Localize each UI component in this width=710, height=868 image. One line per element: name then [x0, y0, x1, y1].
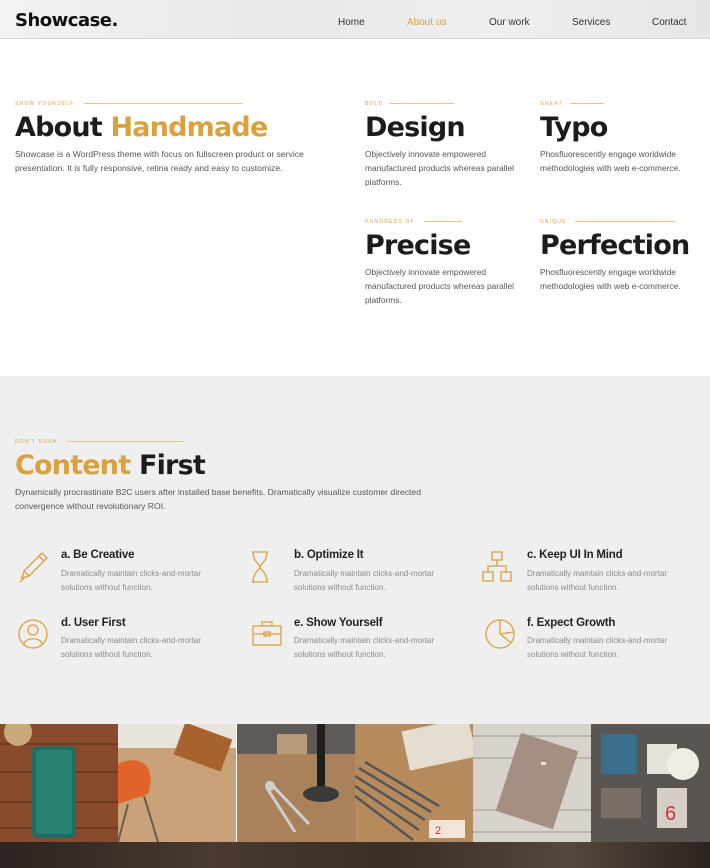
typo-eyebrow-line — [570, 103, 604, 104]
typo-title: Typo — [540, 112, 608, 143]
feature-title: b. Optimize It — [294, 549, 364, 561]
gallery-image-desk[interactable] — [118, 724, 236, 842]
content-title: Content First — [15, 450, 206, 481]
content-eyebrow-line — [67, 441, 183, 442]
svg-text:2: 2 — [435, 825, 441, 837]
hourglass-icon — [252, 551, 268, 583]
briefcase-icon — [252, 621, 282, 646]
user-icon — [18, 619, 48, 649]
svg-text:6: 6 — [665, 803, 676, 825]
footer-image-band — [0, 842, 710, 868]
feature-title: c. Keep UI In Mind — [527, 549, 623, 561]
precise-eyebrow-line — [424, 221, 462, 222]
content-title-accent: Content — [15, 450, 131, 481]
feature-title: e. Show Yourself — [294, 617, 383, 629]
gallery-image-notebook[interactable] — [473, 724, 591, 842]
content-title-main: First — [138, 450, 206, 481]
nav-our-work[interactable]: Our work — [489, 17, 530, 28]
content-eyebrow: Don't rush — [15, 439, 58, 445]
feature-title: d. User First — [61, 617, 126, 629]
sitemap-icon — [482, 551, 512, 582]
design-eyebrow-line — [390, 103, 454, 104]
gallery-image-letters[interactable]: 6 — [591, 724, 710, 842]
site-header: Showcase. Home About us Our work Service… — [0, 0, 710, 39]
typo-eyebrow: Great — [540, 101, 563, 107]
design-eyebrow: Bold — [365, 101, 384, 107]
logo[interactable]: Showcase. — [15, 10, 118, 31]
nav-contact[interactable]: Contact — [652, 17, 686, 28]
about-title-accent: Handmade — [110, 112, 269, 143]
feature-text: Dramatically maintain clicks-and-mortar … — [527, 569, 668, 592]
perfection-eyebrow-line — [575, 221, 675, 222]
pie-chart-icon — [485, 619, 515, 649]
feature-text: Dramatically maintain clicks-and-mortar … — [294, 569, 435, 592]
design-text: Objectively innovate empowered manufactu… — [365, 149, 514, 187]
feature-text: Dramatically maintain clicks-and-mortar … — [61, 569, 202, 592]
about-text: Showcase is a WordPress theme with focus… — [15, 149, 304, 173]
nav-services[interactable]: Services — [572, 17, 610, 28]
gallery-image-tools[interactable] — [237, 724, 355, 842]
content-text: Dynamically procrastinate B2C users afte… — [15, 487, 421, 511]
feature-text: Dramatically maintain clicks-and-mortar … — [527, 636, 668, 659]
design-title: Design — [365, 112, 466, 143]
about-title: About Handmade — [15, 112, 269, 143]
pencil-icon — [19, 552, 48, 583]
precise-title: Precise — [365, 230, 471, 261]
gallery-image-brushes[interactable]: 2 — [355, 724, 473, 842]
gallery-image-wallet[interactable] — [0, 724, 118, 842]
feature-text: Dramatically maintain clicks-and-mortar … — [61, 636, 202, 659]
feature-text: Dramatically maintain clicks-and-mortar … — [294, 636, 435, 659]
precise-eyebrow: Hundreds of — [365, 219, 415, 225]
feature-title: f. Expect Growth — [527, 617, 616, 629]
about-eyebrow: Show yourself — [15, 101, 75, 107]
about-title-main: About — [15, 112, 103, 143]
typo-text: Phosfluorescently engage worldwide metho… — [540, 149, 681, 173]
perfection-text: Phosfluorescently engage worldwide metho… — [540, 267, 681, 291]
nav-home[interactable]: Home — [338, 17, 365, 28]
perfection-title: Perfection — [540, 230, 690, 261]
about-eyebrow-line — [84, 103, 242, 104]
feature-title: a. Be Creative — [61, 549, 135, 561]
nav-about-us[interactable]: About us — [407, 17, 446, 28]
precise-text: Objectively innovate empowered manufactu… — [365, 267, 514, 305]
perfection-eyebrow: Unique — [540, 219, 567, 225]
